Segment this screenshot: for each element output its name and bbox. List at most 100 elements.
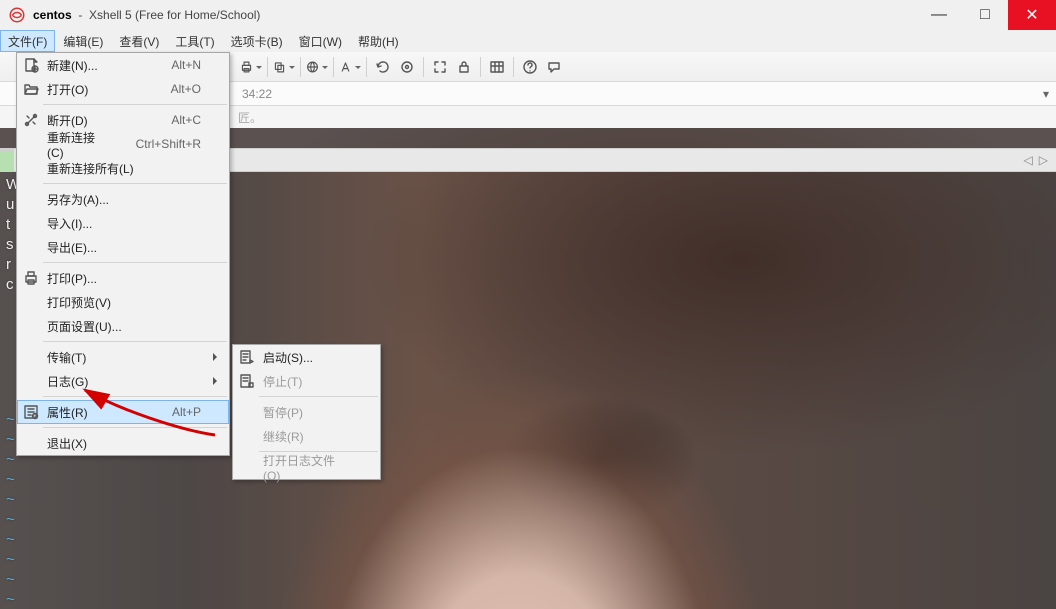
new-file-icon [21, 55, 41, 75]
menu-item-label: 启动(S)... [263, 349, 313, 366]
open-file-icon [21, 79, 41, 99]
disconnect-icon [21, 110, 41, 130]
addressbar-dropdown-icon[interactable]: ▾ [1036, 87, 1056, 101]
file-menu-item[interactable]: 传输(T) [17, 345, 229, 369]
file-menu-item[interactable]: 导出(E)... [17, 235, 229, 259]
menu-separator [19, 427, 227, 428]
menu-separator [19, 104, 227, 105]
menu-item-label: 日志(G) [47, 373, 88, 390]
file-menu-item[interactable]: 打印(P)... [17, 266, 229, 290]
tab-scroll-right-icon[interactable]: ▷ [1039, 153, 1048, 167]
stop-log-icon [237, 371, 257, 391]
menu-item-label: 新建(N)... [47, 57, 98, 74]
menu-item-label: 另存为(A)... [47, 191, 109, 208]
menu-item-label: 打开(O) [47, 81, 88, 98]
blank-icon [21, 158, 41, 178]
menu-separator [19, 262, 227, 263]
file-menu-item[interactable]: 新建(N)... Alt+N [17, 53, 229, 77]
blank-icon [237, 426, 257, 446]
file-menu-item[interactable]: 打开(O) Alt+O [17, 77, 229, 101]
toolbar-lock-icon[interactable] [453, 56, 475, 78]
blank-icon [21, 237, 41, 257]
menu-separator [19, 183, 227, 184]
toolbar-sep [480, 57, 481, 77]
menu-item-shortcut: Alt+N [147, 58, 201, 72]
menu-view[interactable]: 查看(V) [111, 30, 167, 52]
app-name: Xshell 5 (Free for Home/School) [89, 8, 260, 22]
toolbar-sep [513, 57, 514, 77]
blank-icon [21, 292, 41, 312]
close-button[interactable]: ✕ [1008, 0, 1056, 30]
menu-item-label: 继续(R) [263, 428, 304, 445]
blank-icon [21, 134, 41, 154]
menu-tools[interactable]: 工具(T) [167, 30, 222, 52]
file-menu-item[interactable]: 导入(I)... [17, 211, 229, 235]
file-menu-item[interactable]: 另存为(A)... [17, 187, 229, 211]
blank-icon [237, 457, 257, 477]
menu-item-label: 重新连接所有(L) [47, 160, 134, 177]
toolbar-refresh-icon[interactable] [372, 56, 394, 78]
file-menu-dropdown: 新建(N)... Alt+N 打开(O) Alt+O 断开(D) Alt+C 重新连接(C)… [16, 52, 230, 456]
menu-item-label: 暂停(P) [263, 404, 303, 421]
file-menu-item[interactable]: 属性(R) Alt+P [17, 400, 229, 424]
toolbar-grid-icon[interactable] [486, 56, 508, 78]
menu-item-shortcut: Alt+C [147, 113, 201, 127]
file-menu-item[interactable]: 退出(X) [17, 431, 229, 455]
file-menu-item[interactable]: 日志(G) [17, 369, 229, 393]
menu-item-label: 页面设置(U)... [47, 318, 122, 335]
menu-item-shortcut: Ctrl+Shift+R [112, 137, 201, 151]
toolbar-sep [300, 57, 301, 77]
menu-window[interactable]: 窗口(W) [291, 30, 350, 52]
blank-icon [21, 316, 41, 336]
menu-item-shortcut: Alt+P [148, 405, 201, 419]
file-menu-item[interactable]: 打印预览(V) [17, 290, 229, 314]
toolbar-copy-icon[interactable] [273, 56, 295, 78]
toolbar-fullscreen-icon[interactable] [429, 56, 451, 78]
menu-item-label: 属性(R) [47, 404, 88, 421]
log-submenu-item: 打开日志文件(O) [233, 455, 380, 479]
menu-item-label: 重新连接(C) [47, 129, 112, 160]
menu-item-label: 传输(T) [47, 349, 86, 366]
file-menu-item[interactable]: 重新连接所有(L) [17, 156, 229, 180]
menu-item-label: 退出(X) [47, 435, 87, 452]
toolbar-globe-icon[interactable] [306, 56, 328, 78]
menu-item-label: 导入(I)... [47, 215, 92, 232]
file-menu-item[interactable]: 重新连接(C)Ctrl+Shift+R [17, 132, 229, 156]
toolbar-font-icon[interactable] [339, 56, 361, 78]
toolbar-sep [333, 57, 334, 77]
tab-scroll: ◁ ▷ [1024, 153, 1056, 167]
toolbar-target-icon[interactable] [396, 56, 418, 78]
toolbar-chat-icon[interactable] [543, 56, 565, 78]
minimize-button[interactable]: — [916, 0, 962, 30]
menu-item-label: 断开(D) [47, 112, 88, 129]
menu-help[interactable]: 帮助(H) [350, 30, 407, 52]
menu-item-label: 停止(T) [263, 373, 302, 390]
maximize-button[interactable]: □ [962, 0, 1008, 30]
log-submenu-item[interactable]: 启动(S)... [233, 345, 380, 369]
menu-file[interactable]: 文件(F) [0, 30, 55, 52]
start-log-icon [237, 347, 257, 367]
menu-bar: 文件(F) 编辑(E) 查看(V) 工具(T) 选项卡(B) 窗口(W) 帮助(… [0, 30, 1056, 52]
window-controls: — □ ✕ [916, 0, 1056, 30]
toolbar-print-icon[interactable] [240, 56, 262, 78]
log-submenu-item: 停止(T) [233, 369, 380, 393]
toolbar-sep [267, 57, 268, 77]
menu-item-shortcut: Alt+O [147, 82, 201, 96]
status-fragment: 匠。 [238, 109, 262, 126]
tab-active-indicator [0, 149, 14, 171]
blank-icon [237, 402, 257, 422]
file-menu-item[interactable]: 页面设置(U)... [17, 314, 229, 338]
blank-icon [21, 347, 41, 367]
title-bar: centos - Xshell 5 (Free for Home/School)… [0, 0, 1056, 30]
menu-tabs[interactable]: 选项卡(B) [223, 30, 291, 52]
log-submenu-item: 继续(R) [233, 424, 380, 448]
menu-item-label: 打印预览(V) [47, 294, 111, 311]
time-fragment: 34:22 [242, 87, 272, 101]
toolbar-help-icon[interactable] [519, 56, 541, 78]
toolbar-sep [423, 57, 424, 77]
properties-icon [21, 402, 41, 422]
menu-item-label: 打印(P)... [47, 270, 97, 287]
log-submenu-item: 暂停(P) [233, 400, 380, 424]
tab-scroll-left-icon[interactable]: ◁ [1024, 153, 1033, 167]
menu-edit[interactable]: 编辑(E) [55, 30, 111, 52]
